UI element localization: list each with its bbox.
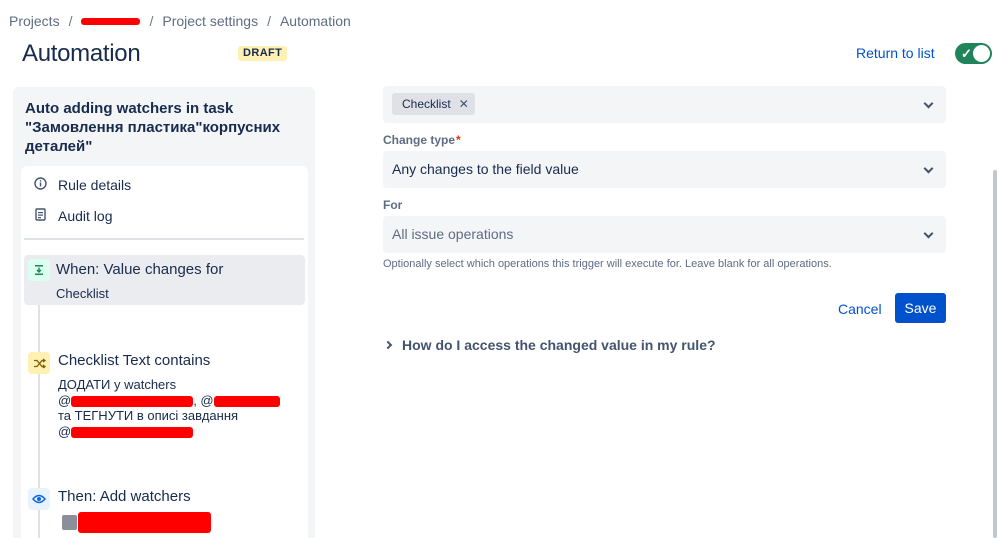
draft-badge: DRAFT [238,46,288,61]
breadcrumb-project-settings[interactable]: Project settings [162,13,258,29]
divider [24,238,304,240]
breadcrumb-automation[interactable]: Automation [280,13,351,29]
chevron-right-icon [383,340,393,350]
remove-tag-icon[interactable]: ✕ [459,97,469,111]
for-select[interactable]: All issue operations [383,216,946,253]
chevron-down-icon [923,98,934,109]
for-label: For [383,198,403,212]
change-type-select[interactable]: Any changes to the field value [383,151,946,188]
chevron-down-icon [923,163,934,174]
nav-rule-details-label: Rule details [58,177,132,193]
chevron-down-icon [923,228,934,239]
document-icon [33,208,47,224]
check-icon: ✓ [961,46,972,61]
redacted-project-name[interactable] [81,17,141,25]
nav-audit-log[interactable]: Audit log [33,206,112,226]
rule-enabled-toggle[interactable]: ✓ [955,43,992,64]
trigger-icon [28,259,50,281]
for-placeholder: All issue operations [392,226,514,242]
redacted-mention [71,427,194,439]
when-step-field: Checklist [56,286,109,301]
rule-steps-panel: Rule details Audit log When: Value chang… [21,166,308,538]
change-type-value: Any changes to the field value [392,161,579,177]
change-type-label: Change type* [383,133,461,147]
condition-line-4: @ [58,424,194,439]
page-title: Automation [22,40,141,67]
condition-line-2: @ , @ [58,393,280,408]
trigger-step-when[interactable]: When: Value changes for Checklist [24,255,305,305]
nav-rule-details[interactable]: Rule details [33,175,131,195]
mention-at: @ [58,424,72,439]
eye-icon [28,488,50,510]
breadcrumb-separator: / [267,13,271,29]
breadcrumb-separator: / [149,13,154,29]
action-step-title: Then: Add watchers [58,488,191,505]
avatar [62,515,77,530]
condition-line-3: та ТЕГНУТИ в описі завдання [58,408,239,423]
scrollbar[interactable] [993,170,997,538]
mention-separator: , @ [193,393,214,408]
cancel-button[interactable]: Cancel [830,294,890,323]
save-button[interactable]: Save [895,293,946,323]
condition-icon [28,352,50,374]
breadcrumb-separator: / [68,13,73,29]
for-helper-text: Optionally select which operations this … [383,258,832,270]
when-step-title: When: Value changes for [56,261,224,278]
return-to-list-link[interactable]: Return to list [856,45,935,61]
change-type-label-text: Change type [383,133,456,147]
required-asterisk: * [456,133,461,147]
mention-at: @ [58,393,72,408]
redacted-watcher-name [78,512,211,533]
nav-audit-log-label: Audit log [58,208,113,224]
fields-tag: Checklist ✕ [392,93,475,115]
fields-tag-label: Checklist [402,97,451,111]
fields-select[interactable]: Checklist ✕ [383,86,946,123]
redacted-mention [213,396,280,408]
toggle-knob [973,45,990,62]
expander-label: How do I access the changed value in my … [402,337,716,353]
rule-name: Auto adding watchers in task "Замовлення… [25,100,281,155]
changed-value-help-expander[interactable]: How do I access the changed value in my … [383,337,716,353]
breadcrumb: Projects / / Project settings / Automati… [9,12,351,30]
breadcrumb-projects[interactable]: Projects [9,13,60,29]
condition-step-title: Checklist Text contains [58,352,211,369]
rule-sidebar: Auto adding watchers in task "Замовлення… [13,87,315,538]
redacted-mention [71,396,194,408]
info-icon [33,177,47,193]
condition-line-1: ДОДАТИ у watchers [58,377,177,392]
